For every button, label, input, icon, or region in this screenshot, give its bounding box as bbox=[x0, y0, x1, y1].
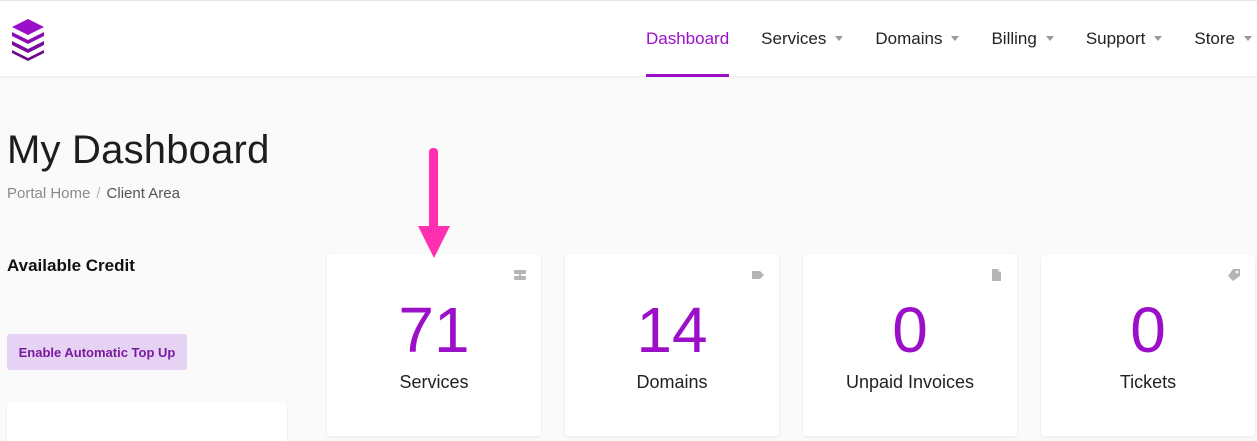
available-credit-heading: Available Credit bbox=[7, 256, 135, 275]
tickets-tile[interactable]: 0 Tickets bbox=[1041, 254, 1255, 436]
enable-automatic-top-up-button[interactable]: Enable Automatic Top Up bbox=[7, 334, 187, 370]
domains-label: Domains bbox=[636, 372, 708, 392]
unpaid-invoices-count: 0 bbox=[892, 294, 928, 366]
nav-dashboard-label: Dashboard bbox=[646, 29, 730, 48]
nav-billing-label: Billing bbox=[991, 29, 1037, 48]
nav-domains[interactable]: Domains bbox=[875, 1, 960, 77]
nav-store-label: Store bbox=[1194, 29, 1235, 48]
nav-billing[interactable]: Billing bbox=[991, 1, 1054, 77]
annotation-arrow-icon bbox=[418, 148, 450, 258]
nav-services-label: Services bbox=[761, 29, 827, 48]
domains-count: 14 bbox=[636, 294, 708, 366]
ticket-icon bbox=[1228, 269, 1240, 281]
caret-down-icon bbox=[1045, 35, 1054, 41]
main-nav: Dashboard Services Domains Billing Suppo… bbox=[646, 1, 1257, 77]
nav-dashboard[interactable]: Dashboard bbox=[646, 1, 730, 77]
nav-store[interactable]: Store bbox=[1194, 1, 1252, 77]
breadcrumb-separator: / bbox=[96, 185, 101, 202]
services-label: Services bbox=[399, 372, 469, 392]
services-tile[interactable]: 71 Services bbox=[327, 254, 541, 436]
document-icon bbox=[992, 269, 1001, 281]
domains-tile[interactable]: 14 Domains bbox=[565, 254, 779, 436]
tickets-count: 0 bbox=[1130, 294, 1166, 366]
caret-down-icon bbox=[951, 35, 960, 41]
logo-stack-icon[interactable] bbox=[10, 17, 46, 61]
top-navbar: Dashboard Services Domains Billing Suppo… bbox=[0, 0, 1257, 77]
tickets-label: Tickets bbox=[1119, 372, 1177, 392]
page-title: My Dashboard bbox=[7, 128, 270, 172]
server-icon bbox=[514, 270, 526, 280]
nav-support[interactable]: Support bbox=[1086, 1, 1163, 77]
tag-icon bbox=[752, 271, 764, 279]
breadcrumb-client-area: Client Area bbox=[106, 185, 180, 202]
nav-support-label: Support bbox=[1085, 29, 1146, 48]
caret-down-icon bbox=[1244, 35, 1252, 41]
breadcrumb-portal-home[interactable]: Portal Home bbox=[7, 185, 90, 202]
caret-down-icon bbox=[835, 35, 844, 41]
nav-services[interactable]: Services bbox=[761, 1, 844, 77]
unpaid-invoices-tile[interactable]: 0 Unpaid Invoices bbox=[803, 254, 1017, 436]
unpaid-invoices-label: Unpaid Invoices bbox=[845, 372, 975, 392]
nav-domains-label: Domains bbox=[875, 29, 943, 48]
sidebar-panel bbox=[7, 402, 287, 441]
breadcrumb: Portal Home / Client Area bbox=[7, 185, 180, 202]
services-count: 71 bbox=[398, 294, 470, 366]
caret-down-icon bbox=[1154, 35, 1163, 41]
